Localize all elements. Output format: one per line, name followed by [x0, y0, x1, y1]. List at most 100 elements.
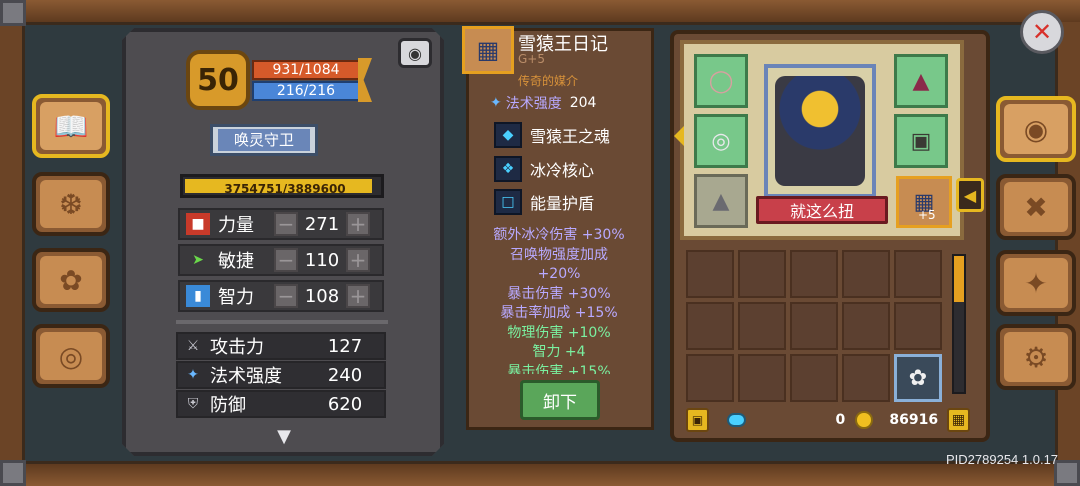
shield-icon: ⛨: [187, 396, 199, 412]
camera-icon: ◉: [408, 43, 422, 63]
spin-button[interactable]: 就这么扭: [756, 196, 888, 224]
inventory-slot[interactable]: [894, 250, 942, 298]
loadout-tab-marker[interactable]: ◀: [956, 178, 984, 212]
tab-journal[interactable]: 📖: [32, 94, 110, 158]
item-skill-label: 冰冷核心: [530, 161, 595, 180]
hero-portrait[interactable]: [764, 64, 876, 198]
property-label: 防御: [210, 395, 246, 416]
tab-settings[interactable]: ⚙: [996, 324, 1076, 390]
increase-intelligence-button[interactable]: +: [346, 284, 370, 308]
steering-wheel-icon: ◎: [40, 332, 102, 380]
strength-icon: ■: [186, 213, 210, 235]
frame-top-rail: [0, 0, 1080, 22]
increase-agility-button[interactable]: +: [346, 248, 370, 272]
ice-core-icon: ❖: [494, 156, 522, 182]
wand-icon: ✦: [187, 367, 199, 383]
tab-pets[interactable]: ✿: [32, 248, 110, 312]
inventory-slot[interactable]: [790, 250, 838, 298]
xp-text: 3754751/3889600: [224, 182, 346, 196]
frame-corner: [0, 0, 26, 26]
property-label: 攻击力: [210, 337, 264, 358]
inventory-slot-feather[interactable]: ✿: [894, 354, 942, 402]
inventory-slot[interactable]: [842, 302, 890, 350]
paw-icon: ✿: [40, 256, 102, 304]
decrease-agility-button[interactable]: −: [274, 248, 298, 272]
hero-character-image: [775, 76, 865, 186]
frame-corner: [0, 460, 26, 486]
coin-count: 86916: [889, 412, 939, 428]
tab-vehicle[interactable]: ◎: [32, 324, 110, 388]
inventory-slot[interactable]: [738, 354, 786, 402]
close-icon: ✕: [1031, 18, 1053, 46]
item-bonus-line: 暴击伤害 +30%: [507, 285, 611, 302]
inventory-slot[interactable]: [738, 250, 786, 298]
unequip-button[interactable]: 卸下: [520, 380, 600, 420]
frame-bottom-rail: [0, 464, 1080, 486]
chevron-down-icon[interactable]: ▼: [260, 426, 308, 447]
property-row-defense: ⛨ 防御 620: [176, 390, 386, 418]
armor-icon: ▣: [910, 128, 932, 154]
ring-slot[interactable]: ◯: [694, 54, 748, 108]
attribute-row-agility: ➤ 敏捷 − 110 +: [178, 244, 384, 276]
inventory-slot[interactable]: [738, 302, 786, 350]
flame-soul-icon: ◆: [494, 122, 522, 148]
attribute-label: 力量: [218, 215, 254, 236]
boots-slot[interactable]: ▲: [694, 174, 748, 228]
tab-talents[interactable]: ✦: [996, 250, 1076, 316]
attribute-value: 271: [304, 213, 340, 235]
property-row-attack: ⚔ 攻击力 127: [176, 332, 386, 360]
attribute-value: 110: [304, 249, 340, 271]
item-skill-row[interactable]: □ 能量护盾: [494, 189, 644, 215]
compass-icon: ✦: [1004, 258, 1068, 308]
item-book-icon: ▦: [462, 26, 514, 74]
tab-skills[interactable]: ❆: [32, 172, 110, 236]
attribute-value: 108: [304, 285, 340, 307]
close-button[interactable]: ✕: [1020, 10, 1064, 54]
helmet-icon: ▲: [912, 68, 930, 94]
inventory-slot[interactable]: [686, 250, 734, 298]
attribute-row-strength: ■ 力量 − 271 +: [178, 208, 384, 240]
property-value: 127: [327, 335, 363, 357]
inventory-slot[interactable]: [842, 250, 890, 298]
storage-icon[interactable]: ▣: [686, 408, 709, 432]
item-stat-value: 204: [569, 95, 597, 111]
inventory-slot[interactable]: [790, 302, 838, 350]
property-value: 620: [327, 393, 363, 415]
increase-strength-button[interactable]: +: [346, 212, 370, 236]
intelligence-icon: ▮: [186, 285, 210, 307]
inventory-slot[interactable]: [894, 302, 942, 350]
item-skill-row[interactable]: ◆ 雪猿王之魂: [494, 122, 644, 148]
item-bonus-line: 暴击伤害 +15%: [507, 363, 611, 375]
inventory-slot[interactable]: [686, 354, 734, 402]
scrollbar-thumb[interactable]: [954, 256, 964, 302]
book-icon: 📖: [40, 102, 102, 150]
inventory-slot[interactable]: [790, 354, 838, 402]
inventory-slot[interactable]: [842, 354, 890, 402]
tab-character[interactable]: ◉: [996, 96, 1076, 162]
version-label: PID2789254 1.0.17: [946, 452, 1059, 467]
item-skill-row[interactable]: ❖ 冰冷核心: [494, 156, 644, 182]
sort-grid-icon[interactable]: ▦: [947, 408, 970, 432]
tab-weapons[interactable]: ✖: [996, 174, 1076, 240]
attribute-label: 敏捷: [218, 251, 254, 272]
helmet-slot[interactable]: ▲: [894, 54, 948, 108]
inventory-slot[interactable]: [686, 302, 734, 350]
item-skill-label: 能量护盾: [530, 194, 595, 213]
armor-slot[interactable]: ▣: [894, 114, 948, 168]
camera-button[interactable]: ◉: [398, 38, 432, 68]
item-skill-label: 雪猿王之魂: [530, 127, 611, 146]
item-bonus-list[interactable]: 额外冰冷伤害 +30% 召唤物强度加成 +20% 暴击伤害 +30% 暴击率加成 +15…: [474, 226, 644, 374]
ring-icon: ◯: [708, 68, 734, 94]
decrease-intelligence-button[interactable]: −: [274, 284, 298, 308]
gem-icon: [727, 413, 747, 427]
inventory-scrollbar[interactable]: [952, 254, 966, 394]
spellbook-icon: ❆: [40, 180, 102, 228]
amulet-slot[interactable]: ◎: [694, 114, 748, 168]
level-badge: 50: [186, 50, 250, 110]
decrease-strength-button[interactable]: −: [274, 212, 298, 236]
item-bonus-line: 物理伤害 +10%: [507, 324, 611, 341]
wand-icon: ✦: [490, 95, 502, 111]
item-bonus-line: 额外冰冷伤害 +30%: [493, 227, 625, 243]
item-grade: G+5: [518, 52, 545, 66]
stats-divider: [176, 320, 388, 324]
